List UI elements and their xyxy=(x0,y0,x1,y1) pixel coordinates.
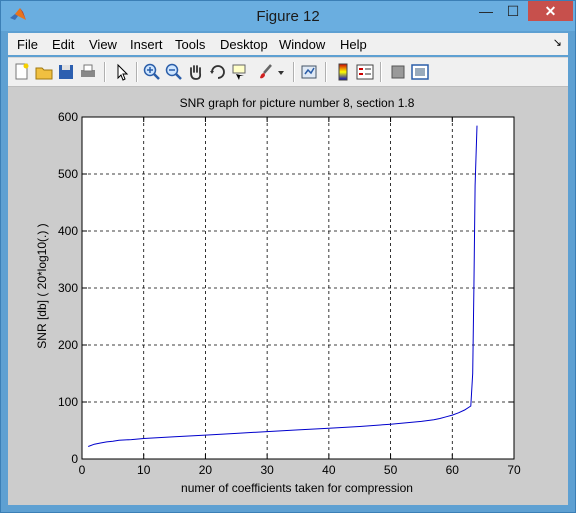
y-tick-label: 100 xyxy=(58,395,78,409)
y-tick-label: 0 xyxy=(71,452,78,466)
y-tick-label: 200 xyxy=(58,338,78,352)
plot-area[interactable]: 0 10 20 30 40 50 60 70 0 100 200 300 400 500 600 xyxy=(0,0,576,513)
y-tick-label: 300 xyxy=(58,281,78,295)
x-tick-label: 50 xyxy=(384,463,398,477)
x-tick-label: 40 xyxy=(322,463,336,477)
y-tick-label: 500 xyxy=(58,167,78,181)
x-tick-label: 30 xyxy=(260,463,274,477)
x-tick-label: 20 xyxy=(199,463,213,477)
x-tick-label: 0 xyxy=(79,463,86,477)
y-tick-label: 600 xyxy=(58,110,78,124)
y-tick-label: 400 xyxy=(58,224,78,238)
x-tick-label: 10 xyxy=(137,463,151,477)
x-tick-label: 60 xyxy=(446,463,460,477)
x-tick-label: 70 xyxy=(507,463,521,477)
